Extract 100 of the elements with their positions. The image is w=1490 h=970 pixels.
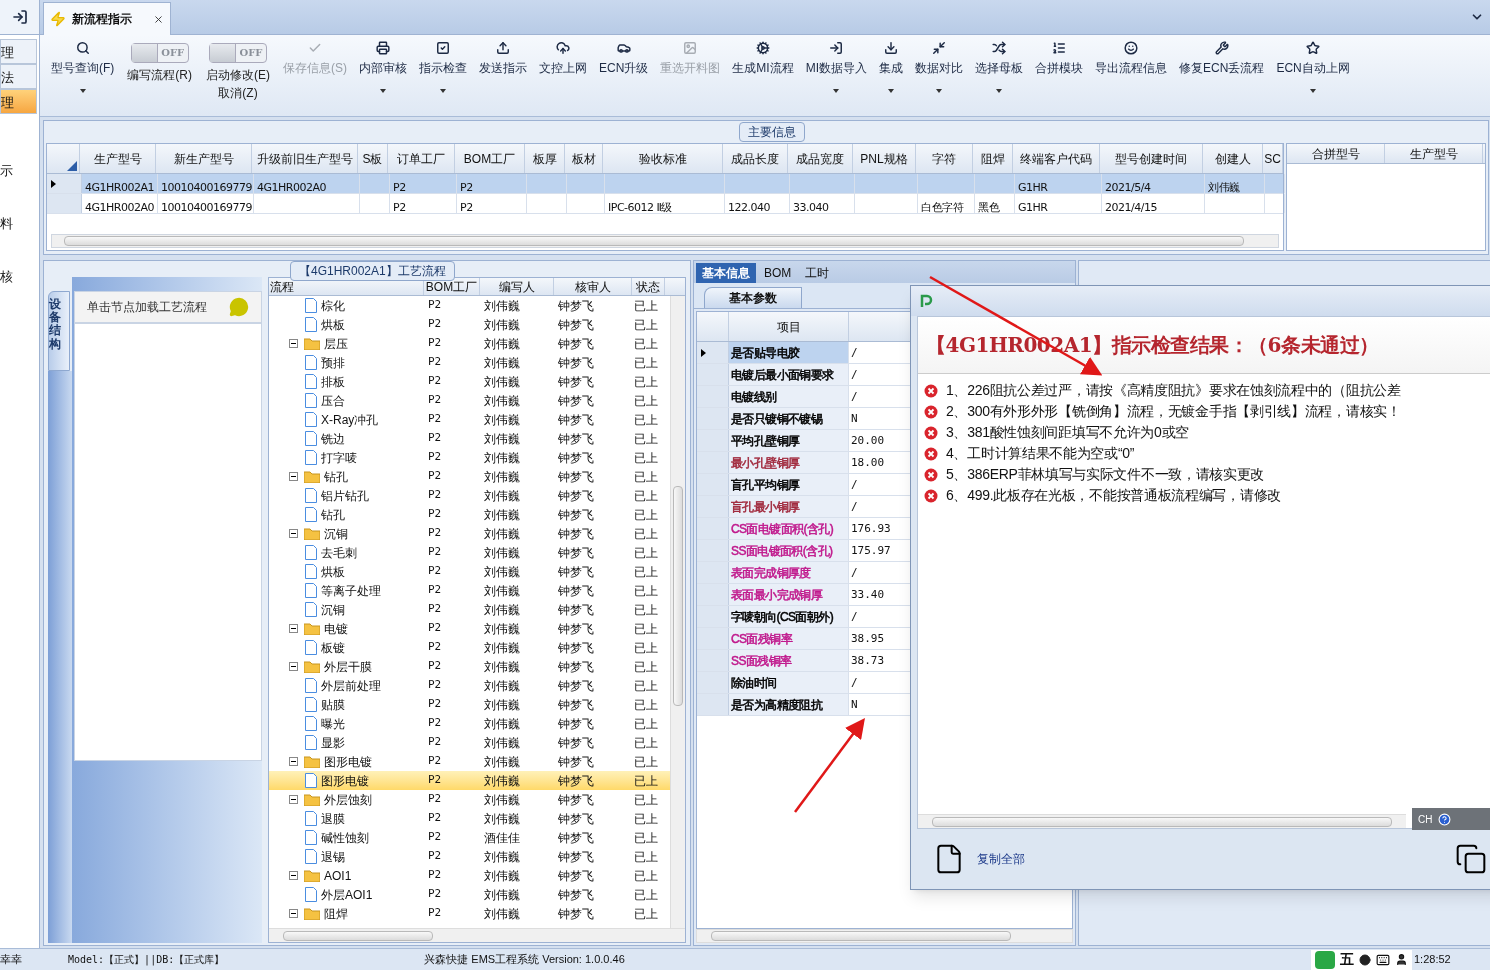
tree-row[interactable]: 铝片钻孔 P2 刘伟巍 钟梦飞 已上 <box>269 486 670 505</box>
toolbar-button[interactable]: 数据对比 <box>912 38 967 102</box>
tree-label: 预排 <box>321 354 345 372</box>
tree-row[interactable]: 沉铜 P2 刘伟巍 钟梦飞 已上 <box>269 524 670 543</box>
toolbar-button[interactable]: 指示检查 <box>416 38 470 102</box>
tree-row[interactable]: 沉铜 P2 刘伟巍 钟梦飞 已上 <box>269 600 670 619</box>
tree-row[interactable]: 显影 P2 刘伟巍 钟梦飞 已上 <box>269 733 670 752</box>
toolbar-button[interactable]: 型号查询(F) <box>48 38 118 102</box>
table-row[interactable]: 4G1HR002A0 10010400169779 P2 P2 IPC-6012 Ⅱ级 122.040 33.040 白色字符 黑色 G1HR 2021/4/15 <box>47 194 1283 214</box>
table-cell-text: P2 <box>427 810 443 827</box>
tree-row[interactable]: 外层干膜 P2 刘伟巍 钟梦飞 已上 <box>269 657 670 676</box>
toolbar-button[interactable]: ECN自动上网 <box>1273 38 1353 102</box>
tree-row[interactable]: 去毛刺 P2 刘伟巍 钟梦飞 已上 <box>269 543 670 562</box>
tree-row[interactable]: 烘板 P2 刘伟巍 钟梦飞 已上 <box>269 562 670 581</box>
column-header[interactable]: S板 <box>358 144 388 173</box>
tree-row[interactable]: 阻焊 P2 刘伟巍 钟梦飞 已上 <box>269 904 670 923</box>
ime-mode[interactable]: 五 <box>1340 949 1354 970</box>
column-header[interactable]: SC <box>1263 144 1283 173</box>
table-cell-text: 10010400169779 <box>160 181 252 193</box>
sidebar-item[interactable]: 理 <box>0 39 37 64</box>
column-header[interactable]: 订单工厂 <box>388 144 455 173</box>
table-row[interactable]: 4G1HR002A1 10010400169779 4G1HR002A0 P2 P2 G1HR 2021/5/4 刘伟巍 <box>47 174 1283 194</box>
tree-row[interactable]: 退膜 P2 刘伟巍 钟梦飞 已上 <box>269 809 670 828</box>
column-header[interactable]: 创建人 <box>1203 144 1263 173</box>
column-header[interactable]: 板厚 <box>525 144 565 173</box>
language-bar[interactable]: CH <box>1412 808 1490 830</box>
table-cell-text: 钟梦飞 <box>557 354 595 372</box>
tree-row[interactable]: AOI1 P2 刘伟巍 钟梦飞 已上 <box>269 866 670 885</box>
tree-row[interactable]: 曝光 P2 刘伟巍 钟梦飞 已上 <box>269 714 670 733</box>
sidebar-item[interactable]: 示 <box>0 144 37 197</box>
tree-row[interactable]: 棕化 P2 刘伟巍 钟梦飞 已上 <box>269 296 670 315</box>
sidebar-item[interactable]: 核 <box>0 250 37 303</box>
column-header[interactable]: 升级前旧生产型号 <box>252 144 358 173</box>
column-header[interactable]: BOM工厂 <box>424 278 480 295</box>
tree-row[interactable]: 钻孔 P2 刘伟巍 钟梦飞 已上 <box>269 505 670 524</box>
column-header[interactable]: 合拼型号 <box>1287 144 1385 163</box>
column-header[interactable]: 终端客户代码 <box>1013 144 1100 173</box>
column-header[interactable]: 型号创建时间 <box>1100 144 1203 173</box>
column-header[interactable]: 字符 <box>916 144 973 173</box>
column-header[interactable]: 成品宽度 <box>788 144 853 173</box>
toolbar-button[interactable]: 选择母板 <box>972 38 1027 102</box>
tree-row[interactable]: 外层前处理 P2 刘伟巍 钟梦飞 已上 <box>269 676 670 695</box>
side-tab[interactable]: 设备结构 <box>48 291 70 371</box>
toolbar-button[interactable]: 修复ECN丢流程 <box>1176 38 1268 102</box>
column-header[interactable]: 生产型号 <box>80 144 156 173</box>
tree-row[interactable]: 打字唛 P2 刘伟巍 钟梦飞 已上 <box>269 448 670 467</box>
column-header[interactable]: 验收标准 <box>603 144 723 173</box>
tree-row[interactable]: 电镀 P2 刘伟巍 钟梦飞 已上 <box>269 619 670 638</box>
toolbar-button[interactable]: 发送指示 <box>476 38 530 102</box>
toolbar-button[interactable]: 导出流程信息 <box>1092 38 1171 102</box>
column-header[interactable]: BOM工厂 <box>455 144 525 173</box>
tab[interactable]: BOM <box>758 263 798 283</box>
column-header[interactable]: 阻焊 <box>973 144 1013 173</box>
column-header[interactable]: 生产型号 <box>1385 144 1483 163</box>
document-tab[interactable]: 新流程指示 <box>43 2 171 35</box>
toolbar-button[interactable]: 内部审核 <box>356 38 410 102</box>
tree-row[interactable]: 退锡 P2 刘伟巍 钟梦飞 已上 <box>269 847 670 866</box>
column-header[interactable]: 流程 <box>269 278 424 295</box>
toolbar-button[interactable]: 生成MI流程 <box>729 38 797 102</box>
tree-row[interactable]: 板镀 P2 刘伟巍 钟梦飞 已上 <box>269 638 670 657</box>
tree-row[interactable]: 等离子处理 P2 刘伟巍 钟梦飞 已上 <box>269 581 670 600</box>
tree-row[interactable]: 烘板 P2 刘伟巍 钟梦飞 已上 <box>269 315 670 334</box>
tab[interactable]: 基本信息 <box>696 263 756 283</box>
tree-row[interactable]: 钻孔 P2 刘伟巍 钟梦飞 已上 <box>269 467 670 486</box>
column-header[interactable]: 新生产型号 <box>156 144 252 173</box>
tab[interactable]: 工时 <box>799 263 836 283</box>
table-cell-text: 刘伟巍 <box>483 582 521 600</box>
column-header[interactable]: 编写人 <box>480 278 554 295</box>
parameter-label: SS面电镀面积(含孔) <box>729 540 849 561</box>
toolbar-button[interactable]: MI数据导入 <box>802 38 871 102</box>
cancel-label[interactable]: 取消(Z) <box>218 84 258 102</box>
tree-row[interactable]: 外层AOI1 P2 刘伟巍 钟梦飞 已上 <box>269 885 670 904</box>
toolbar-button[interactable]: 文控上网 <box>536 38 590 102</box>
column-header[interactable]: 板材 <box>565 144 603 173</box>
sidebar-item[interactable]: 料 <box>0 197 37 250</box>
tab[interactable]: 基本参数 <box>704 287 802 308</box>
column-header[interactable]: 成品长度 <box>723 144 788 173</box>
toolbar-button[interactable]: 合拼模块 <box>1032 38 1087 102</box>
copy-all-link[interactable]: 复制全部 <box>977 850 1025 868</box>
tree-row[interactable]: 贴膜 P2 刘伟巍 钟梦飞 已上 <box>269 695 670 714</box>
tree-row[interactable]: 铣边 P2 刘伟巍 钟梦飞 已上 <box>269 429 670 448</box>
toolbar-button[interactable]: ECN升级 <box>596 38 652 102</box>
tree-row[interactable]: 排板 P2 刘伟巍 钟梦飞 已上 <box>269 372 670 391</box>
sidebar-item[interactable]: 理 <box>0 89 37 114</box>
tree-row[interactable]: 图形电镀 P2 刘伟巍 钟梦飞 已上 <box>269 752 670 771</box>
toolbar-button[interactable]: 集成 <box>876 38 907 102</box>
tree-label: 烘板 <box>321 316 345 334</box>
column-header[interactable]: 核审人 <box>554 278 632 295</box>
tree-row[interactable]: 图形电镀 P2 刘伟巍 钟梦飞 已上 <box>269 771 670 790</box>
column-header[interactable]: PNL规格 <box>853 144 916 173</box>
tree-row[interactable]: 碱性蚀刻 P2 酒佳佳 钟梦飞 已上 <box>269 828 670 847</box>
column-header[interactable]: 状态 <box>632 278 665 295</box>
tree-row[interactable]: 层压 P2 刘伟巍 钟梦飞 已上 <box>269 334 670 353</box>
tree-row[interactable]: 预排 P2 刘伟巍 钟梦飞 已上 <box>269 353 670 372</box>
table-cell-text: 钟梦飞 <box>557 544 595 562</box>
tree-row[interactable]: 压合 P2 刘伟巍 钟梦飞 已上 <box>269 391 670 410</box>
table-cell-text: 已上 <box>633 316 659 334</box>
tree-row[interactable]: X-Ray冲孔 P2 刘伟巍 钟梦飞 已上 <box>269 410 670 429</box>
tree-row[interactable]: 外层蚀刻 P2 刘伟巍 钟梦飞 已上 <box>269 790 670 809</box>
sidebar-item[interactable]: 法 <box>0 64 37 89</box>
